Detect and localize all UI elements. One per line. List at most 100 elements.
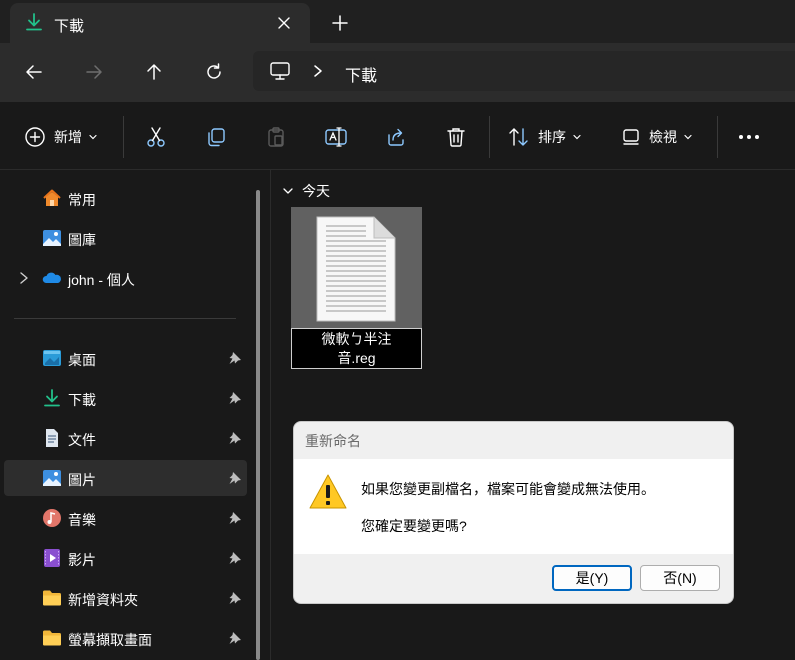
up-button[interactable] [140,58,168,86]
share-icon [388,128,404,146]
view-icon [623,129,639,145]
pin-icon[interactable] [228,631,242,645]
sort-icon [509,128,528,146]
onedrive-icon [42,272,61,283]
view-label: 檢視 [649,129,677,145]
arrow-left-icon [26,65,42,79]
new-label: 新增 [54,129,82,145]
chevron-down-icon [573,134,581,140]
documents-icon [46,429,58,447]
dialog-title: 重新命名 [305,433,361,449]
copy-icon [208,128,225,147]
this-pc-icon[interactable] [269,61,291,81]
sidebar-item-gallery[interactable]: 圖庫 [4,220,247,256]
rename-input[interactable]: 微軟ㄅ半注 音.reg [291,328,422,369]
refresh-button[interactable] [200,58,228,86]
pin-icon[interactable] [228,471,242,485]
view-button[interactable]: 檢視 [621,122,693,152]
sidebar-scrollbar[interactable] [256,190,260,660]
home-icon [43,189,61,206]
group-label: 今天 [302,183,330,199]
new-button[interactable]: 新增 [24,122,98,152]
cut-button[interactable] [141,122,171,152]
chevron-down-icon [89,134,97,140]
close-icon[interactable] [272,11,296,35]
gallery-icon [43,230,61,246]
dialog-body: 如果您變更副檔名，檔案可能會變成無法使用。 您確定要變更嗎? [294,459,733,554]
separator [123,116,124,158]
breadcrumb-downloads[interactable]: 下載 [345,62,377,86]
pin-icon[interactable] [228,551,242,565]
sidebar-item-screenshots[interactable]: 螢幕擷取畫面 [4,620,247,656]
sidebar-item-label: 音樂 [68,512,96,528]
more-icon [739,135,759,139]
folder-icon [43,590,61,606]
sidebar-item-new-folder[interactable]: 新增資料夾 [4,580,247,616]
sidebar-item-label: 桌面 [68,352,96,368]
paste-button[interactable] [261,122,291,152]
sidebar-item-music[interactable]: 音樂 [4,500,247,536]
separator [489,116,490,158]
back-button[interactable] [20,58,48,86]
share-button[interactable] [381,122,411,152]
sidebar-item-label: 圖片 [68,472,96,488]
download-icon [44,389,60,407]
tab-title: 下載 [54,18,85,35]
chevron-right-icon[interactable] [311,63,325,79]
pin-icon[interactable] [228,511,242,525]
refresh-icon [207,63,221,79]
file-item[interactable] [291,207,422,328]
chevron-down-icon [684,134,692,140]
pictures-icon [43,470,61,486]
videos-icon [44,549,60,567]
rename-icon [325,127,347,147]
trash-icon [447,128,465,147]
clipboard-icon [268,127,284,147]
address-bar[interactable]: 下載 [253,51,795,91]
tab-strip: 下載 [0,0,795,43]
navigation-bar: 下載 [0,43,795,102]
sidebar-item-desktop[interactable]: 桌面 [4,340,247,376]
sidebar-item-home[interactable]: 常用 [4,180,247,216]
sidebar-item-videos[interactable]: 影片 [4,540,247,576]
no-button[interactable]: 否(N) [640,565,720,591]
arrow-up-icon [147,64,161,80]
pin-icon[interactable] [228,431,242,445]
delete-button[interactable] [441,122,471,152]
group-header-today[interactable]: 今天 [282,181,330,201]
sidebar-item-label: 下載 [68,392,96,408]
sidebar-item-label: 螢幕擷取畫面 [68,632,152,648]
plus-circle-icon [25,127,45,147]
new-tab-icon[interactable] [328,11,352,35]
desktop-icon [43,350,61,366]
sort-label: 排序 [538,129,566,145]
rename-dialog: 重新命名 如果您變更副檔名，檔案可能會變成無法使用。 您確定要變更嗎? 是(Y)… [293,421,734,604]
music-icon [43,509,61,527]
sidebar-item-label: john - 個人 [68,272,135,288]
warning-icon [309,474,347,509]
sidebar-item-label: 文件 [68,432,96,448]
chevron-right-icon[interactable] [18,271,30,285]
download-icon [26,13,42,31]
sidebar-item-label: 影片 [68,552,96,568]
sidebar-item-pictures[interactable]: 圖片 [4,460,247,496]
sidebar-item-downloads[interactable]: 下載 [4,380,247,416]
pin-icon[interactable] [228,351,242,365]
pane-splitter[interactable] [270,170,271,660]
navigation-pane: 常用 圖庫 john - 個人 桌面 下載 文件 圖片 音樂 影片 新增資料夾 … [0,170,262,660]
pin-icon[interactable] [228,391,242,405]
copy-button[interactable] [201,122,231,152]
sidebar-item-onedrive[interactable]: john - 個人 [4,260,247,296]
sidebar-item-documents[interactable]: 文件 [4,420,247,456]
pin-icon[interactable] [228,591,242,605]
yes-button[interactable]: 是(Y) [552,565,632,591]
sort-button[interactable]: 排序 [508,122,582,152]
sidebar-item-label: 常用 [68,192,96,208]
more-options-button[interactable] [734,122,764,152]
forward-button[interactable] [80,58,108,86]
separator [717,116,718,158]
tab-downloads[interactable]: 下載 [10,3,310,43]
chevron-down-icon [283,188,293,194]
command-bar: 新增 排序 檢視 [0,102,795,170]
rename-button[interactable] [321,122,351,152]
